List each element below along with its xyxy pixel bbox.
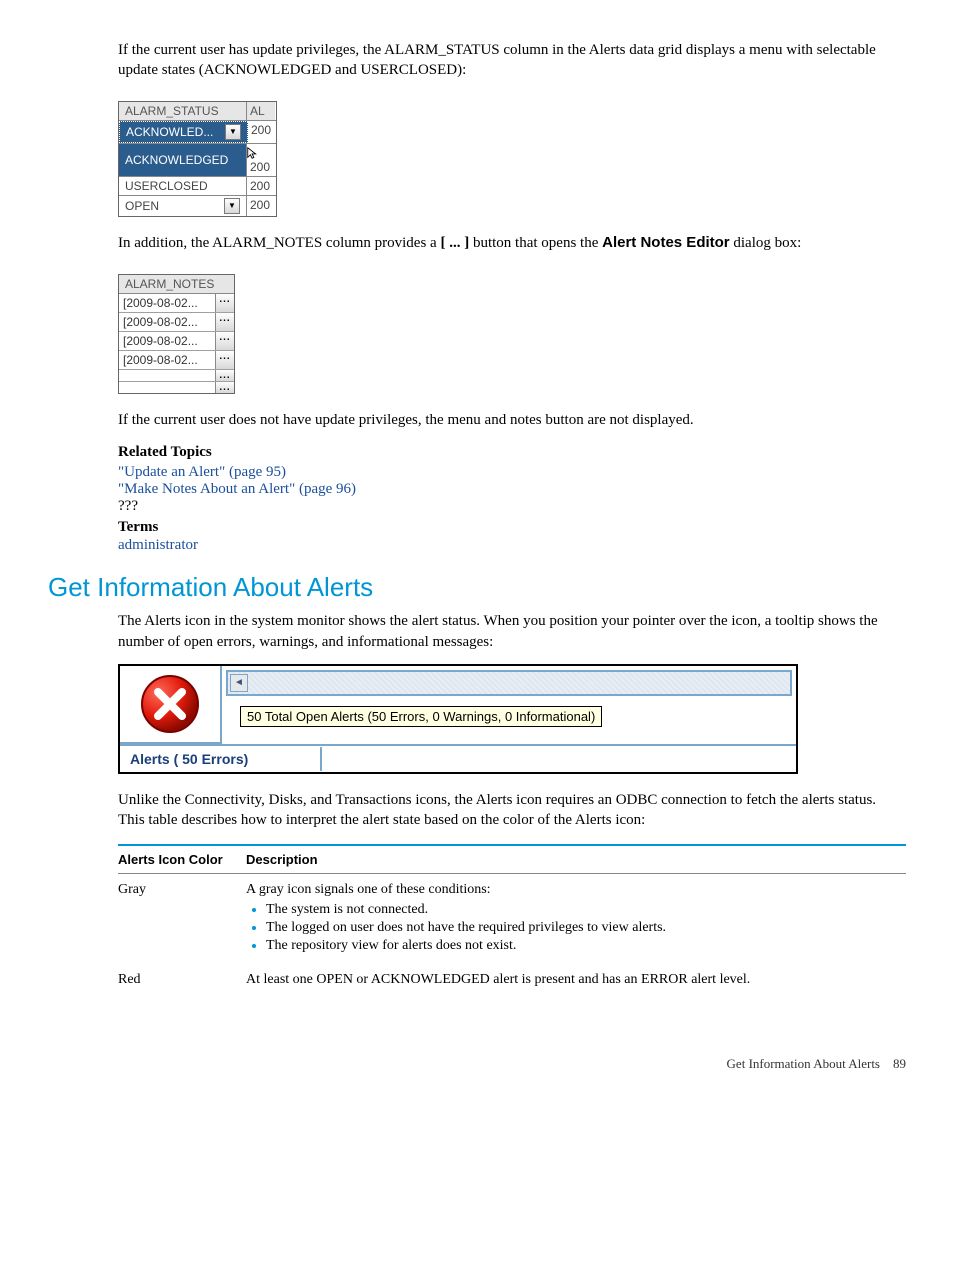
unknown-marker: ??? (118, 498, 906, 515)
terms-heading: Terms (118, 517, 906, 537)
alarm-note-cell (119, 370, 215, 381)
alarm-status-value: 200 (248, 121, 276, 143)
alarm-notes-header: ALARM_NOTES (119, 275, 234, 294)
table-row: Gray A gray icon signals one of these co… (118, 874, 906, 965)
notes-ellipsis-button[interactable]: ... (215, 332, 234, 350)
table-header-desc: Description (246, 845, 906, 874)
intro-paragraph: If the current user has update privilege… (118, 40, 906, 81)
bullet-item: The logged on user does not have the req… (266, 920, 898, 936)
alarm-status-grid: ALARM_STATUS AL ACKNOWLED... ▼ 200 ACKNO… (118, 101, 277, 218)
notes-ellipsis-button[interactable]: ... (215, 294, 234, 312)
table-row: Red At least one OPEN or ACKNOWLEDGED al… (118, 964, 906, 996)
desc-cell: A gray icon signals one of these conditi… (246, 874, 906, 965)
alarm-status-cell-acknowled[interactable]: ACKNOWLED... ▼ (119, 121, 248, 143)
alarm-status-header: ALARM_STATUS (119, 102, 247, 120)
desc-cell: At least one OPEN or ACKNOWLEDGED alert … (246, 964, 906, 996)
left-arrow-icon[interactable]: ◄ (230, 674, 248, 692)
alarm-status-cell-acknowledged[interactable]: ACKNOWLEDGED (119, 144, 247, 177)
alarm-status-label: ACKNOWLEDGED (125, 153, 228, 167)
error-x-icon (138, 672, 202, 736)
notes-ellipsis-button[interactable]: ... (215, 351, 234, 369)
splitter-bar[interactable]: ◄ (226, 670, 792, 696)
dropdown-arrow-icon[interactable]: ▼ (224, 198, 240, 214)
related-link[interactable]: "Make Notes About an Alert" (page 96) (118, 481, 906, 498)
alarm-note-cell: [2009-08-02... (119, 351, 215, 369)
alerts-screenshot: ◄ 50 Total Open Alerts (50 Errors, 0 War… (118, 664, 798, 774)
terms-link[interactable]: administrator (118, 537, 906, 554)
alarm-status-value: 200 (247, 177, 275, 195)
alarm-note-cell: [2009-08-02... (119, 332, 215, 350)
section-heading: Get Information About Alerts (48, 572, 906, 603)
notes-ellipsis-button[interactable]: ... (215, 382, 234, 393)
alarm-status-label: OPEN (125, 199, 159, 213)
color-cell: Gray (118, 874, 246, 965)
table-header-color: Alerts Icon Color (118, 845, 246, 874)
after-screenshot-paragraph: Unlike the Connectivity, Disks, and Tran… (118, 790, 906, 831)
alerts-color-table: Alerts Icon Color Description Gray A gra… (118, 844, 906, 996)
alarm-status-value: 200 (247, 196, 275, 216)
alarm-notes-grid: ALARM_NOTES [2009-08-02...... [2009-08-0… (118, 274, 235, 394)
bullet-item: The repository view for alerts does not … (266, 938, 898, 954)
alarm-status-label: USERCLOSED (125, 179, 208, 193)
dropdown-arrow-icon[interactable]: ▼ (225, 124, 241, 140)
cursor-icon (246, 146, 260, 160)
alarm-status-header-b: AL (247, 102, 275, 120)
alarm-note-cell (119, 382, 215, 393)
alarm-note-cell: [2009-08-02... (119, 294, 215, 312)
alerts-tooltip: 50 Total Open Alerts (50 Errors, 0 Warni… (240, 706, 602, 727)
alerts-count-label: Alerts ( 50 Errors) (120, 747, 322, 771)
page-footer: Get Information About Alerts 89 (48, 1056, 906, 1072)
alarm-note-cell: [2009-08-02... (119, 313, 215, 331)
notes-ellipsis-button[interactable]: ... (215, 370, 234, 381)
bullet-item: The system is not connected. (266, 902, 898, 918)
alarm-status-label: ACKNOWLED... (126, 125, 213, 139)
related-link[interactable]: "Update an Alert" (page 95) (118, 464, 906, 481)
section-intro: The Alerts icon in the system monitor sh… (118, 611, 906, 652)
related-topics-heading: Related Topics (118, 442, 906, 462)
alarm-status-cell-userclosed[interactable]: USERCLOSED (119, 177, 247, 195)
alarm-status-value: 200 (247, 144, 275, 177)
alarm-status-cell-open[interactable]: OPEN ▼ (119, 196, 247, 216)
notes-ellipsis-button[interactable]: ... (215, 313, 234, 331)
alarm-notes-intro: In addition, the ALARM_NOTES column prov… (118, 233, 906, 253)
no-privileges-note: If the current user does not have update… (118, 410, 906, 430)
color-cell: Red (118, 964, 246, 996)
